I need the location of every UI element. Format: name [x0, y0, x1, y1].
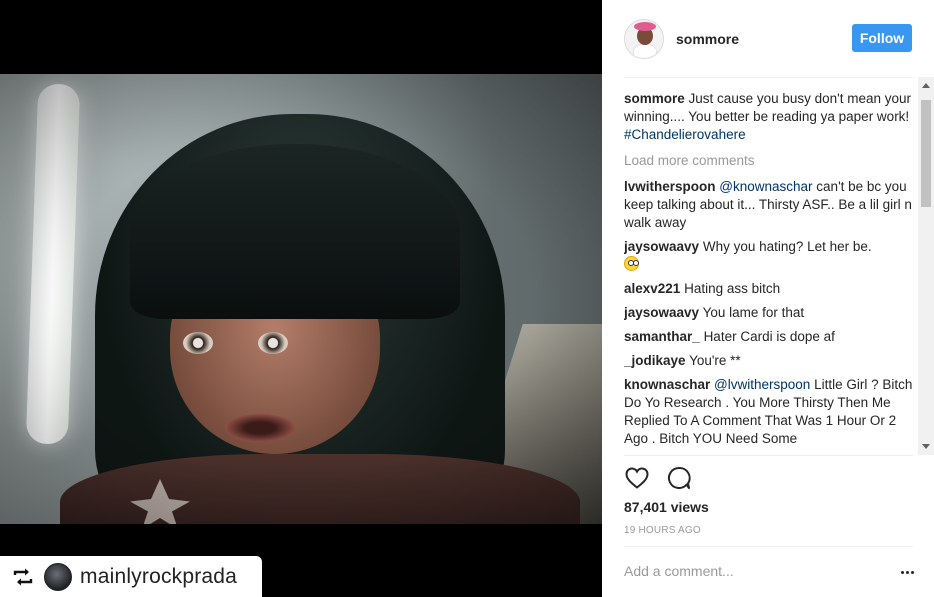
post-actions — [624, 465, 692, 491]
comment-username[interactable]: jaysowaavy — [624, 239, 699, 254]
comments-scrollbar[interactable] — [918, 77, 934, 455]
video-frame[interactable] — [0, 74, 602, 524]
add-comment-input[interactable] — [624, 563, 854, 579]
comment-username[interactable]: samanthar_ — [624, 329, 700, 344]
comment-text: Hater Cardi is dope af — [703, 329, 835, 344]
comment-username[interactable]: lvwitherspoon — [624, 179, 716, 194]
comment-text: You lame for that — [702, 305, 805, 320]
comment-mention[interactable]: @lvwitherspoon — [714, 377, 810, 392]
comment-item: jaysowaavy Why you hating? Let her be. — [624, 238, 918, 274]
comment-mention[interactable]: @knownaschar — [719, 179, 812, 194]
post-media[interactable]: mainlyrockprada — [0, 0, 602, 597]
comment-bubble-icon[interactable] — [666, 465, 692, 491]
comment-text: You're ** — [689, 353, 741, 368]
comment-username[interactable]: _jodikaye — [624, 353, 686, 368]
heart-icon[interactable] — [624, 465, 650, 491]
header-divider — [624, 77, 913, 78]
comment-username[interactable]: alexv221 — [624, 281, 680, 296]
repost-avatar — [44, 562, 72, 591]
view-count[interactable]: 87,401 views — [624, 499, 709, 515]
comments-divider — [624, 455, 913, 456]
scrollbar-thumb[interactable] — [921, 100, 931, 207]
footer-divider — [624, 546, 913, 547]
scroll-up-icon[interactable] — [922, 83, 930, 88]
comment-item: samanthar_ Hater Cardi is dope af — [624, 328, 918, 346]
comment-text: Why you hating? Let her be. — [702, 239, 872, 254]
post-timestamp[interactable]: 19 HOURS AGO — [624, 525, 701, 536]
flushed-face-emoji-icon — [624, 256, 639, 271]
comments-list[interactable]: sommore Just cause you busy don't mean y… — [624, 90, 918, 455]
comment-item: jaysowaavy You lame for that — [624, 304, 918, 322]
more-options-icon[interactable] — [895, 563, 919, 581]
comment-text: Hating ass bitch — [684, 281, 781, 296]
follow-button[interactable]: Follow — [852, 24, 912, 52]
caption-hashtag[interactable]: #Chandelierovahere — [624, 127, 746, 142]
repost-bar: mainlyrockprada — [0, 556, 262, 597]
video-vignette — [0, 74, 602, 524]
comment-item: lvwitherspoon @knownaschar can't be bc y… — [624, 178, 918, 232]
repost-username: mainlyrockprada — [80, 564, 238, 588]
avatar-flower — [634, 21, 656, 31]
repost-icon — [10, 566, 36, 588]
post-caption: sommore Just cause you busy don't mean y… — [624, 90, 918, 144]
comment-item: alexv221 Hating ass bitch — [624, 280, 918, 298]
author-avatar[interactable] — [624, 18, 664, 59]
avatar-body — [633, 43, 657, 58]
scroll-down-icon[interactable] — [922, 444, 930, 449]
author-username[interactable]: sommore — [676, 31, 739, 47]
caption-username[interactable]: sommore — [624, 91, 685, 106]
post-header: sommore Follow — [602, 0, 934, 77]
comment-username[interactable]: jaysowaavy — [624, 305, 699, 320]
post-sidebar: sommore Follow sommore Just cause you bu… — [602, 0, 934, 597]
comment-item: knownaschar @lvwitherspoon Little Girl ?… — [624, 376, 918, 448]
comment-username[interactable]: knownaschar — [624, 377, 710, 392]
comment-item: _jodikaye You're ** — [624, 352, 918, 370]
load-more-comments[interactable]: Load more comments — [624, 152, 918, 170]
